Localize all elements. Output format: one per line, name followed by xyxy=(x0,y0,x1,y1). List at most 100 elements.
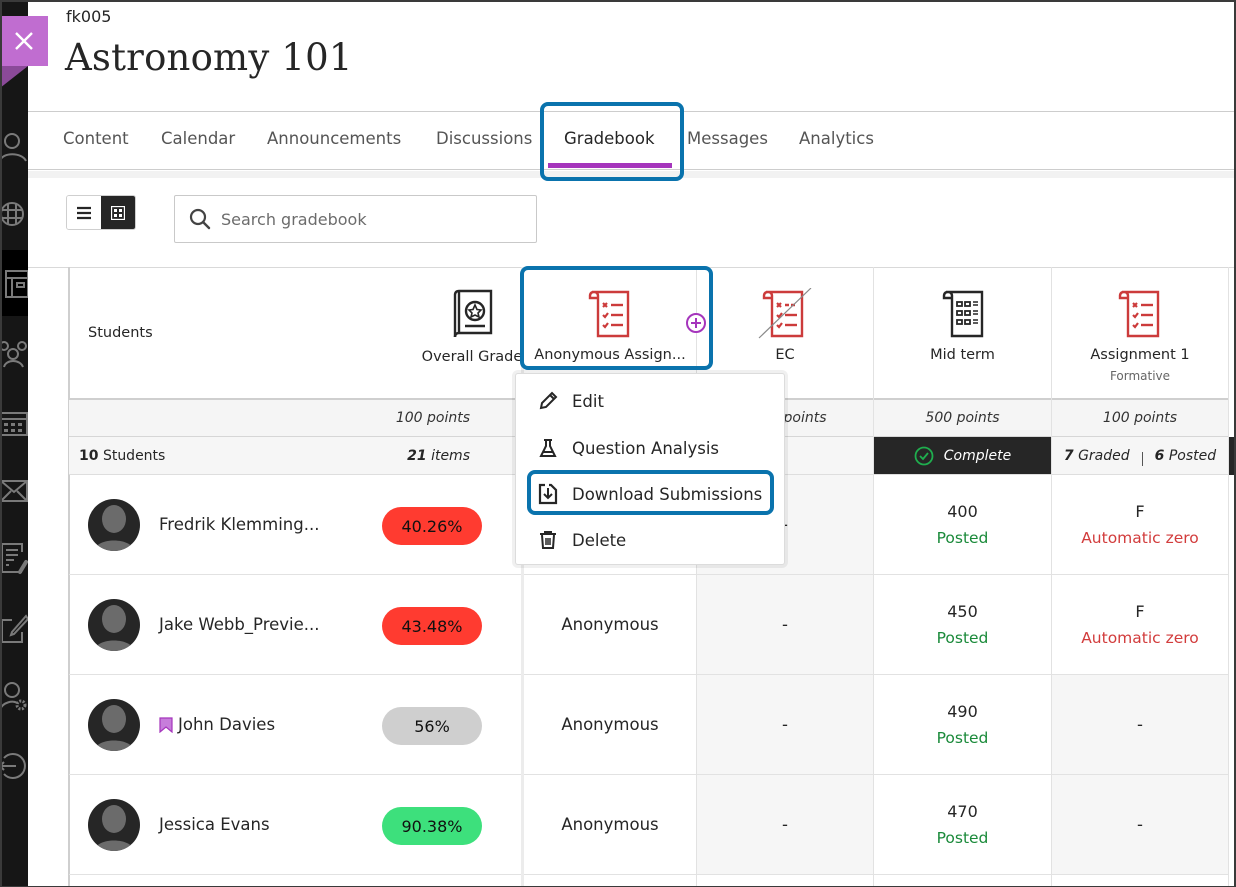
menu-item-label: Edit xyxy=(572,391,604,411)
anonymous-value: Anonymous xyxy=(561,715,659,734)
avatar[interactable] xyxy=(88,799,140,851)
assignment1-score: - xyxy=(1137,815,1143,834)
students-header-label[interactable]: Students xyxy=(88,325,153,341)
test-icon xyxy=(939,289,987,339)
grade-cell[interactable]: - xyxy=(697,575,873,675)
posted-status: Posted xyxy=(936,729,989,747)
nav-item-organizations[interactable] xyxy=(0,334,28,370)
overall-grade-icon xyxy=(449,289,495,339)
grade-cell[interactable]: - xyxy=(697,675,873,775)
avatar-silhouette-icon xyxy=(94,605,134,651)
grid-view-button[interactable] xyxy=(101,196,135,229)
nav-item-profile[interactable] xyxy=(0,128,28,164)
list-view-button[interactable] xyxy=(67,196,101,229)
search-gradebook-input[interactable] xyxy=(221,209,521,229)
graded-count: 7 xyxy=(1063,447,1074,464)
midterm-points-row: 500 points xyxy=(874,400,1051,437)
ec-column: EC points - - - - xyxy=(697,267,874,887)
midterm-header[interactable]: Mid term xyxy=(874,267,1051,400)
tab-analytics[interactable]: Analytics xyxy=(799,129,874,148)
nav-item-grades[interactable] xyxy=(0,540,28,576)
menu-item-delete[interactable]: Delete xyxy=(516,517,784,563)
student-name-text: Jake Webb_Previe... xyxy=(159,615,320,634)
stat-separator xyxy=(1141,451,1143,466)
search-gradebook-field xyxy=(174,195,537,243)
menu-item-question-analysis[interactable]: Question Analysis xyxy=(516,425,784,471)
student-count-label: Students xyxy=(102,447,166,464)
grade-cell[interactable]: - xyxy=(1052,775,1228,875)
ec-points: points xyxy=(783,410,827,426)
posted-status: Posted xyxy=(936,829,989,847)
posted-status: Posted xyxy=(936,629,989,647)
avatar[interactable] xyxy=(88,499,140,551)
assignment1-subtitle: Formative xyxy=(1109,369,1171,383)
grade-cell[interactable]: F Automatic zero xyxy=(1052,475,1228,575)
menu-item-edit[interactable]: Edit xyxy=(516,378,784,424)
student-name[interactable]: John Davies xyxy=(159,715,275,734)
close-icon xyxy=(15,32,33,50)
user-settings-icon xyxy=(0,682,27,711)
overall-grade-pill[interactable]: 56% xyxy=(382,707,482,745)
nav-item-courses[interactable] xyxy=(0,266,28,302)
nav-item-calendar[interactable] xyxy=(0,404,28,440)
nav-item-institution[interactable] xyxy=(0,196,28,232)
mail-icon xyxy=(0,480,28,502)
midterm-points: 500 points xyxy=(925,410,1000,426)
assignment1-score: F xyxy=(1135,502,1145,521)
student-name[interactable]: Jake Webb_Previe... xyxy=(159,615,320,634)
nav-item-sign-out[interactable] xyxy=(0,748,28,784)
student-row: Jake Webb_Previe... 43.48% xyxy=(69,575,522,675)
tab-content[interactable]: Content xyxy=(63,129,129,148)
add-item-button[interactable] xyxy=(685,312,707,338)
grade-cell[interactable]: Anonymous xyxy=(524,575,696,675)
download-submissions-highlight xyxy=(527,470,774,515)
student-count-number: 10 xyxy=(79,447,99,464)
anonymous-value: Anonymous xyxy=(561,615,659,634)
plus-circle-icon xyxy=(686,313,706,333)
student-name-text: John Davies xyxy=(178,715,276,734)
overall-grade-pill[interactable]: 40.26% xyxy=(382,507,482,545)
student-row: John Davies 56% xyxy=(69,675,522,775)
tab-announcements[interactable]: Announcements xyxy=(267,129,401,148)
midterm-status-text: Complete xyxy=(943,447,1012,464)
grade-cell[interactable]: Anonymous xyxy=(524,675,696,775)
grade-cell[interactable]: F Automatic zero xyxy=(1052,575,1228,675)
trash-icon xyxy=(538,530,558,550)
midterm-score: 450 xyxy=(947,602,978,621)
overall-grade-pill[interactable]: 90.38% xyxy=(382,807,482,845)
grade-cell[interactable]: 400 Posted xyxy=(874,475,1051,575)
student-name[interactable]: Jessica Evans xyxy=(159,815,270,834)
nav-item-messages[interactable] xyxy=(0,473,28,509)
nav-item-admin[interactable] xyxy=(0,678,28,714)
midterm-score: 490 xyxy=(947,702,978,721)
grade-cell[interactable]: 470 Posted xyxy=(874,775,1051,875)
menu-item-label: Question Analysis xyxy=(572,438,720,458)
avatar-silhouette-icon xyxy=(94,505,134,551)
grade-cell[interactable]: 450 Posted xyxy=(874,575,1051,675)
avatar[interactable] xyxy=(88,599,140,651)
group-icon xyxy=(0,341,27,368)
tab-calendar[interactable]: Calendar xyxy=(161,129,235,148)
assignment1-title: Assignment 1 xyxy=(1090,347,1190,363)
student-row: Fredrik Klemming... 40.26% xyxy=(69,475,522,575)
grade-cell[interactable]: - xyxy=(697,775,873,875)
close-course-button[interactable] xyxy=(0,16,48,66)
list-icon xyxy=(77,206,91,219)
midterm-score: 400 xyxy=(947,502,978,521)
avatar[interactable] xyxy=(88,699,140,751)
assignment1-score: F xyxy=(1135,602,1145,621)
assignment1-header[interactable]: Assignment 1 Formative xyxy=(1052,267,1228,400)
course-code: fk005 xyxy=(66,7,112,26)
grade-cell[interactable]: 490 Posted xyxy=(874,675,1051,775)
avatar-silhouette-icon xyxy=(94,805,134,851)
student-name[interactable]: Fredrik Klemming... xyxy=(159,515,319,534)
course-icon xyxy=(5,270,28,298)
menu-item-label: Delete xyxy=(572,530,627,550)
nav-item-tools[interactable] xyxy=(0,610,28,646)
tab-messages[interactable]: Messages xyxy=(687,129,768,148)
tab-discussions[interactable]: Discussions xyxy=(436,129,532,148)
next-column-status-edge xyxy=(1229,437,1234,475)
overall-grade-pill[interactable]: 43.48% xyxy=(382,607,482,645)
grade-cell[interactable]: - xyxy=(1052,675,1228,775)
grade-cell[interactable]: Anonymous xyxy=(524,775,696,875)
